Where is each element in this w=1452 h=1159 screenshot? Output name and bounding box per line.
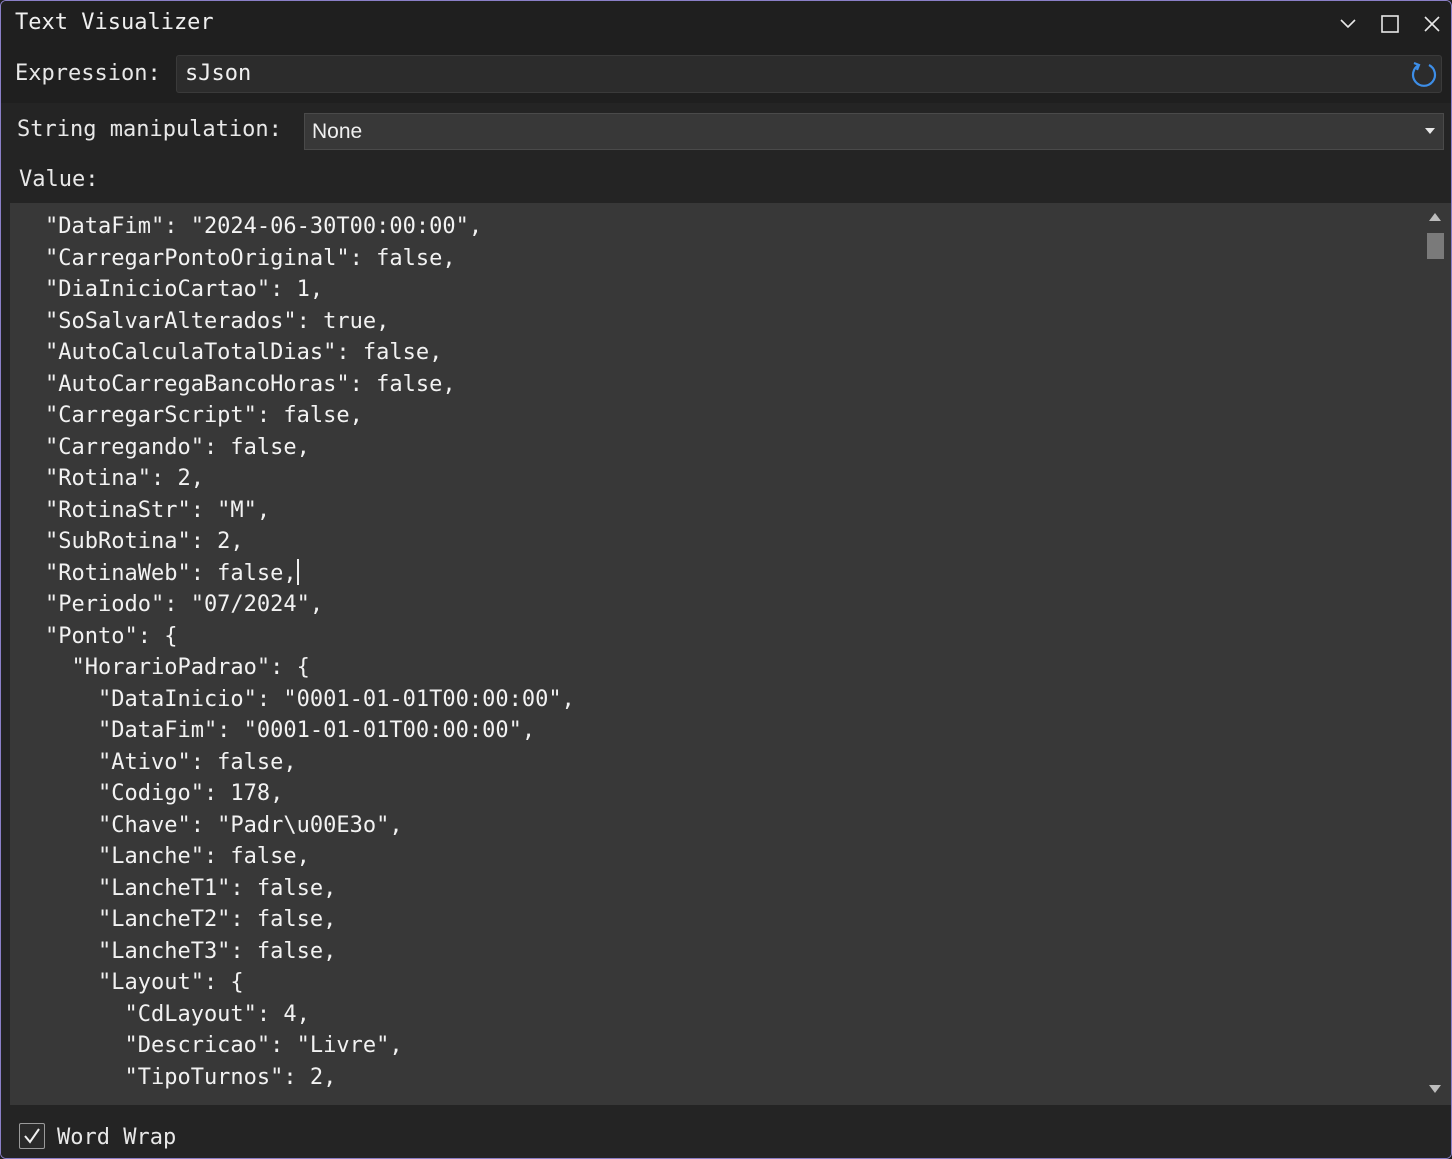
text-line: "Ponto": {	[45, 623, 178, 649]
expression-label: Expression:	[15, 61, 161, 86]
text-line: "CarregarScript": false,	[45, 403, 363, 428]
expression-input[interactable]: sJson	[176, 55, 1442, 93]
text-line: "CarregarPontoOriginal": false,	[45, 245, 456, 271]
maximize-icon	[1381, 15, 1399, 33]
text-caret	[296, 558, 299, 585]
string-manipulation-selected: None	[312, 120, 363, 143]
text-line: "DataFim": "2024-06-30T00:00:00",	[45, 214, 483, 239]
text-line: "Ativo": false,	[45, 749, 297, 775]
text-line: "Rotina": 2,	[45, 466, 204, 491]
text-line: "AutoCalculaTotalDias": false,	[45, 340, 443, 365]
string-manipulation-label: String manipulation:	[17, 117, 282, 142]
value-text-area[interactable]: "DataFim": "2024-06-30T00:00:00", "Carreg…	[10, 203, 1451, 1105]
refresh-icon-graphic	[1411, 61, 1437, 87]
text-line: "Descricao": "Livre",	[45, 1033, 403, 1058]
scroll-down-arrow-icon[interactable]	[1429, 1085, 1441, 1093]
text-line: "LancheT1": false,	[45, 875, 337, 901]
text-line: "HorarioPadrao": {	[45, 655, 310, 680]
value-text: "DataFim": "2024-06-30T00:00:00", "Carreg…	[45, 211, 575, 1093]
text-line: "CdLayout": 4,	[45, 1001, 310, 1027]
dropdown-arrow-icon	[1425, 128, 1435, 134]
maximize-button[interactable]	[1375, 9, 1405, 39]
window-title: Text Visualizer	[15, 10, 214, 35]
close-icon	[1424, 16, 1440, 32]
text-line: "DataFim": "0001-01-01T00:00:00",	[45, 718, 536, 743]
scrollbar-thumb[interactable]	[1427, 233, 1444, 259]
text-line: "Periodo": "07/2024",	[45, 592, 324, 617]
value-label: Value:	[19, 167, 99, 192]
text-line: "RotinaStr": "M",	[45, 497, 271, 523]
text-line: "LancheT3": false,	[45, 938, 337, 964]
text-visualizer-window: Text Visualizer Expression: sJson String…	[0, 0, 1452, 1159]
text-line: "Carregando": false,	[45, 434, 310, 460]
text-line: "Lanche": false,	[45, 844, 310, 869]
scroll-up-arrow-icon[interactable]	[1429, 213, 1441, 221]
text-line: "TipoTurnos": 2,	[45, 1064, 337, 1090]
text-line-with-caret: "RotinaWeb": false,	[45, 558, 575, 590]
text-line: "Codigo": 178,	[45, 781, 284, 806]
title-bar: Text Visualizer	[1, 1, 1451, 47]
footer-bar	[1, 1105, 1451, 1158]
chevron-down-icon	[1340, 19, 1356, 29]
text-line: "Layout": {	[45, 970, 244, 995]
vertical-scrollbar[interactable]	[1419, 203, 1451, 1105]
text-line: "LancheT2": false,	[45, 907, 337, 932]
text-line: "Chave": "Padr\u00E3o",	[45, 812, 403, 838]
text-line: "RotinaWeb": false,	[45, 560, 297, 586]
refresh-icon[interactable]	[1409, 59, 1439, 89]
checkmark-icon	[24, 1128, 40, 1144]
text-line: "SubRotina": 2,	[45, 529, 244, 554]
text-line: "AutoCarregaBancoHoras": false,	[45, 371, 456, 397]
word-wrap-label[interactable]: Word Wrap	[57, 1125, 176, 1150]
text-line: "DiaInicioCartao": 1,	[45, 277, 324, 302]
text-line: "DataInicio": "0001-01-01T00:00:00",	[45, 686, 575, 712]
word-wrap-checkbox[interactable]	[19, 1123, 45, 1149]
collapse-button[interactable]	[1333, 9, 1363, 39]
text-line: "SoSalvarAlterados": true,	[45, 308, 390, 334]
string-manipulation-dropdown[interactable]: None	[304, 113, 1444, 150]
close-button[interactable]	[1417, 9, 1447, 39]
